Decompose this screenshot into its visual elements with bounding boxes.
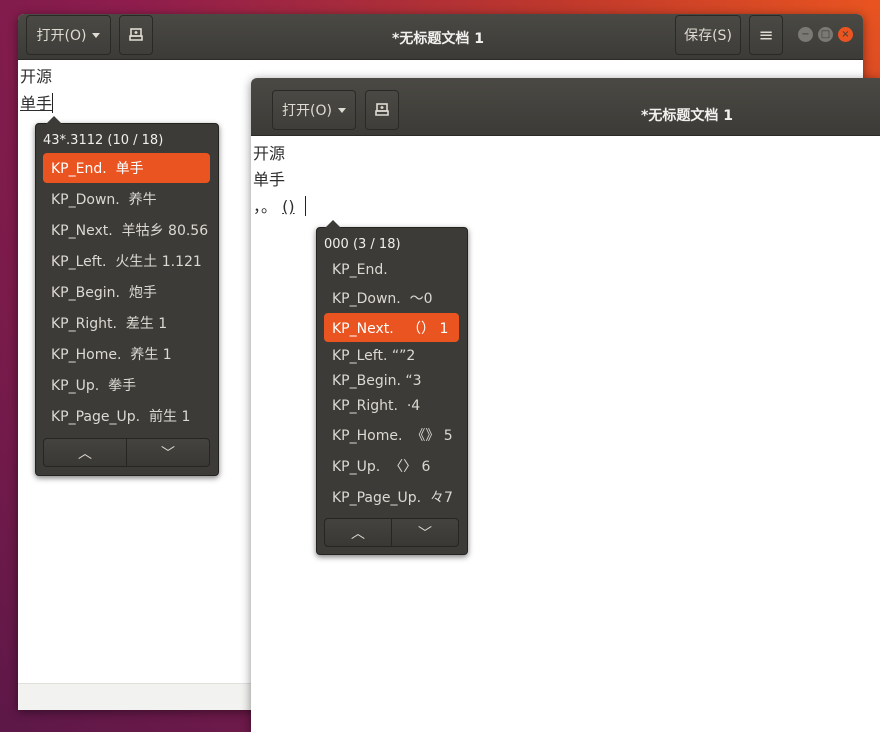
committed-punctuation: ，。 xyxy=(253,197,278,216)
new-document-button[interactable] xyxy=(365,90,399,130)
candidate-item-3[interactable]: KP_Next. 羊牯乡 80.56 xyxy=(43,215,210,245)
text-line-2: 单手 xyxy=(253,170,286,189)
close-button[interactable]: × xyxy=(838,27,853,42)
candidate-pager: ︿ ﹀ xyxy=(43,438,210,467)
chevron-up-icon: ︿ xyxy=(351,525,365,542)
text-line-3: ，。 () xyxy=(253,193,306,217)
candidate-item-2[interactable]: KP_Down. ～0 xyxy=(324,283,459,312)
ime-candidate-popup-back: 43*.3112 (10 / 18) KP_End. 单手 KP_Down. 养… xyxy=(35,116,219,476)
open-button[interactable]: 打开(O) xyxy=(26,15,111,55)
candidate-item-4[interactable]: KP_Left. “”2 xyxy=(324,345,459,367)
new-document-button[interactable] xyxy=(119,15,153,55)
dropdown-caret-icon xyxy=(92,32,101,38)
maximize-icon: □ xyxy=(820,28,831,40)
open-button-label: 打开(O) xyxy=(36,28,87,44)
close-icon: × xyxy=(841,28,850,40)
preedit-text: 单手 xyxy=(20,94,53,113)
headerbar: 打开(O) *无标题文档 1 保存(S) ≡ − □ × xyxy=(18,14,863,60)
candidate-item-1[interactable]: KP_End. 单手 xyxy=(43,153,210,183)
new-document-icon xyxy=(375,103,389,116)
candidate-item-9[interactable]: KP_Page_Up. 前生 1 xyxy=(43,401,210,431)
candidate-item-6[interactable]: KP_Right. 差生 1 xyxy=(43,308,210,338)
candidate-item-5[interactable]: KP_Begin. “3 xyxy=(324,369,459,393)
candidate-item-4[interactable]: KP_Left. 火生土 1.121 xyxy=(43,246,210,276)
candidate-item-6[interactable]: KP_Right. ·4 xyxy=(324,394,459,418)
chevron-up-icon: ︿ xyxy=(78,445,92,462)
window-title: *无标题文档 1 xyxy=(641,108,733,124)
hamburger-menu-icon: ≡ xyxy=(758,24,774,46)
window-title: *无标题文档 1 xyxy=(392,31,484,47)
candidate-item-9[interactable]: KP_Page_Up. 々7 xyxy=(324,482,459,511)
save-button[interactable]: 保存(S) xyxy=(675,15,741,55)
previous-page-button[interactable]: ︿ xyxy=(44,439,126,466)
text-line-1: 开源 xyxy=(20,67,53,86)
dropdown-caret-icon xyxy=(337,107,346,113)
candidate-item-5[interactable]: KP_Begin. 炮手 xyxy=(43,277,210,307)
candidate-item-3[interactable]: KP_Next. （） 1 xyxy=(324,313,459,342)
next-page-button[interactable]: ﹀ xyxy=(391,519,458,546)
chevron-down-icon: ﹀ xyxy=(161,445,175,462)
open-button-label: 打开(O) xyxy=(282,103,332,119)
candidate-item-7[interactable]: KP_Home. 《》 5 xyxy=(324,420,459,449)
headerbar: 打开(O) *无标题文档 1 xyxy=(251,78,880,136)
popup-arrow xyxy=(325,220,341,228)
open-button[interactable]: 打开(O) xyxy=(272,90,356,130)
save-button-label: 保存(S) xyxy=(684,28,732,44)
candidate-preedit-header: 43*.3112 (10 / 18) xyxy=(43,133,164,148)
candidate-item-8[interactable]: KP_Up. 拳手 xyxy=(43,370,210,400)
ime-candidate-popup-front: 000 (3 / 18) KP_End. KP_Down. ～0 KP_Next… xyxy=(316,220,468,555)
next-page-button[interactable]: ﹀ xyxy=(126,439,209,466)
candidate-item-7[interactable]: KP_Home. 养生 1 xyxy=(43,339,210,369)
menu-button[interactable]: ≡ xyxy=(749,15,783,55)
new-document-icon xyxy=(129,28,143,41)
text-cursor xyxy=(52,93,54,113)
minimize-icon: − xyxy=(801,28,810,40)
candidate-preedit-header: 000 (3 / 18) xyxy=(324,237,401,252)
candidate-pager: ︿ ﹀ xyxy=(324,518,459,547)
popup-arrow xyxy=(46,116,62,124)
preedit-text: () xyxy=(282,197,295,216)
maximize-button[interactable]: □ xyxy=(818,27,833,42)
minimize-button[interactable]: − xyxy=(798,27,813,42)
text-line-2: 单手 xyxy=(20,90,54,114)
previous-page-button[interactable]: ︿ xyxy=(325,519,391,546)
text-cursor xyxy=(304,196,306,216)
chevron-down-icon: ﹀ xyxy=(418,525,432,542)
candidate-item-8[interactable]: KP_Up. 〈〉 6 xyxy=(324,451,459,480)
candidate-item-2[interactable]: KP_Down. 养牛 xyxy=(43,184,210,214)
text-line-1: 开源 xyxy=(253,144,286,163)
candidate-item-1[interactable]: KP_End. xyxy=(324,258,459,281)
